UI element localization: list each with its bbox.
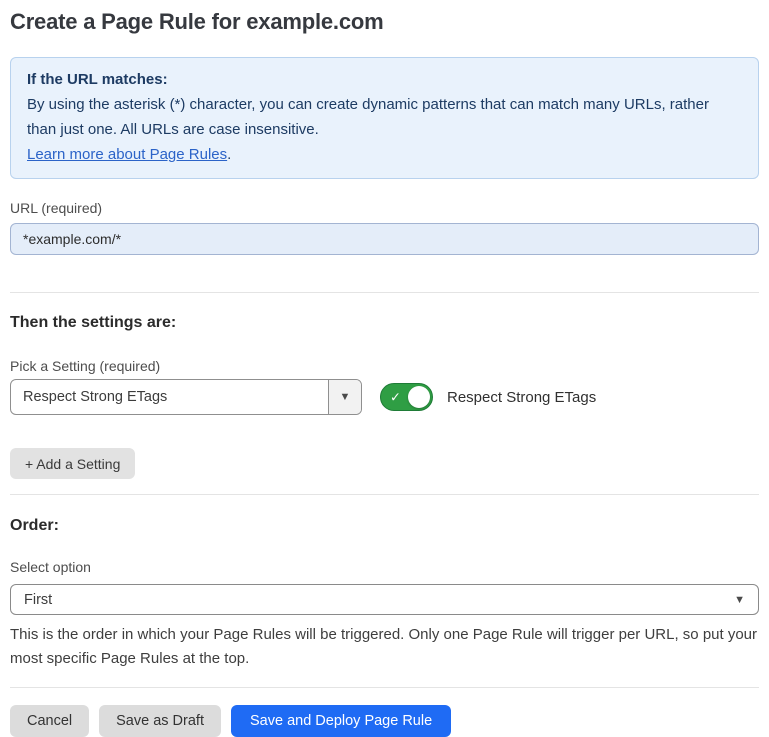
footer-divider xyxy=(10,687,759,688)
learn-more-link[interactable]: Learn more about Page Rules xyxy=(27,146,227,163)
save-draft-button[interactable]: Save as Draft xyxy=(99,705,221,737)
info-box-body: By using the asterisk (*) character, you… xyxy=(27,92,742,142)
url-match-info-box: If the URL matches: By using the asteris… xyxy=(10,57,759,179)
setting-toggle[interactable]: ✓ xyxy=(380,383,433,411)
toggle-label: Respect Strong ETags xyxy=(447,389,596,406)
chevron-down-icon: ▼ xyxy=(340,391,351,403)
url-field-label: URL (required) xyxy=(10,200,759,216)
link-suffix: . xyxy=(227,146,231,163)
order-select-label: Select option xyxy=(10,559,759,575)
page-title: Create a Page Rule for example.com xyxy=(10,9,759,35)
settings-section-heading: Then the settings are: xyxy=(10,314,759,332)
order-select[interactable]: First ▼ xyxy=(10,584,759,615)
setting-select-arrow-button[interactable]: ▼ xyxy=(328,380,361,414)
section-divider xyxy=(10,292,759,293)
order-help-text: This is the order in which your Page Rul… xyxy=(10,623,759,671)
save-deploy-button[interactable]: Save and Deploy Page Rule xyxy=(231,705,451,737)
add-setting-button[interactable]: + Add a Setting xyxy=(10,448,135,479)
cancel-button[interactable]: Cancel xyxy=(10,705,89,737)
info-box-heading: If the URL matches: xyxy=(27,67,742,92)
setting-row: Respect Strong ETags ▼ ✓ Respect Strong … xyxy=(10,379,759,415)
section-divider xyxy=(10,494,759,495)
setting-select-value: Respect Strong ETags xyxy=(11,380,328,414)
create-page-rule-form: Create a Page Rule for example.com If th… xyxy=(0,9,769,737)
url-input[interactable] xyxy=(10,223,759,255)
footer-actions: Cancel Save as Draft Save and Deploy Pag… xyxy=(10,705,759,737)
toggle-knob xyxy=(408,386,430,408)
order-section-heading: Order: xyxy=(10,517,759,535)
setting-select[interactable]: Respect Strong ETags ▼ xyxy=(10,379,362,415)
check-icon: ✓ xyxy=(390,391,401,404)
order-select-value: First xyxy=(24,592,52,608)
info-box-link-row: Learn more about Page Rules. xyxy=(27,142,742,167)
pick-setting-label: Pick a Setting (required) xyxy=(10,358,759,374)
chevron-down-icon: ▼ xyxy=(734,594,745,606)
